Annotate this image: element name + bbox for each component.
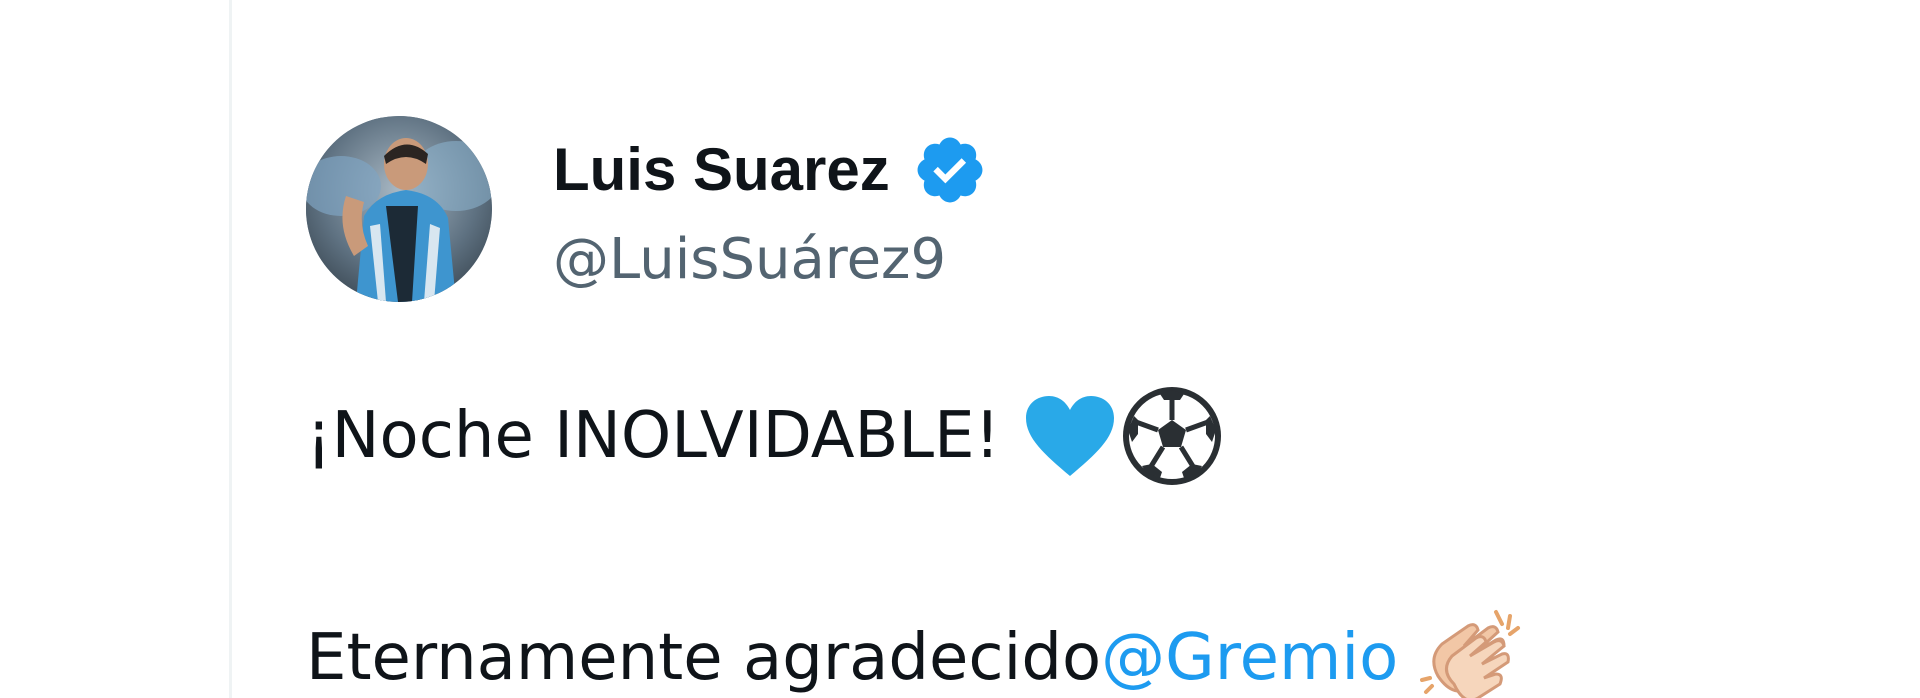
- verified-badge-icon: [912, 132, 988, 208]
- avatar-image: [306, 116, 492, 302]
- avatar[interactable]: [306, 116, 492, 302]
- timeline-divider: [229, 0, 232, 698]
- clapping-hands-icon: [1418, 606, 1528, 698]
- display-name[interactable]: Luis Suarez: [553, 140, 890, 200]
- tweet-line-1: ¡Noche INOLVIDABLE!: [306, 386, 1222, 486]
- tweet-line-2-text: Eternamente agradecido: [306, 621, 1102, 695]
- name-row: Luis Suarez: [553, 132, 988, 208]
- tweet-line-1-text: ¡Noche INOLVIDABLE!: [306, 399, 1001, 473]
- tweet-line-2: Eternamente agradecido @Gremio: [306, 606, 1528, 698]
- blue-heart-icon: [1024, 394, 1116, 478]
- user-handle[interactable]: @LuisSuárez9: [553, 232, 946, 288]
- soccer-ball-icon: [1122, 386, 1222, 486]
- mention-link[interactable]: @Gremio: [1101, 626, 1398, 690]
- tweet-screenshot: Luis Suarez @LuisSuárez9 ¡Noche INOLVIDA…: [0, 0, 1920, 698]
